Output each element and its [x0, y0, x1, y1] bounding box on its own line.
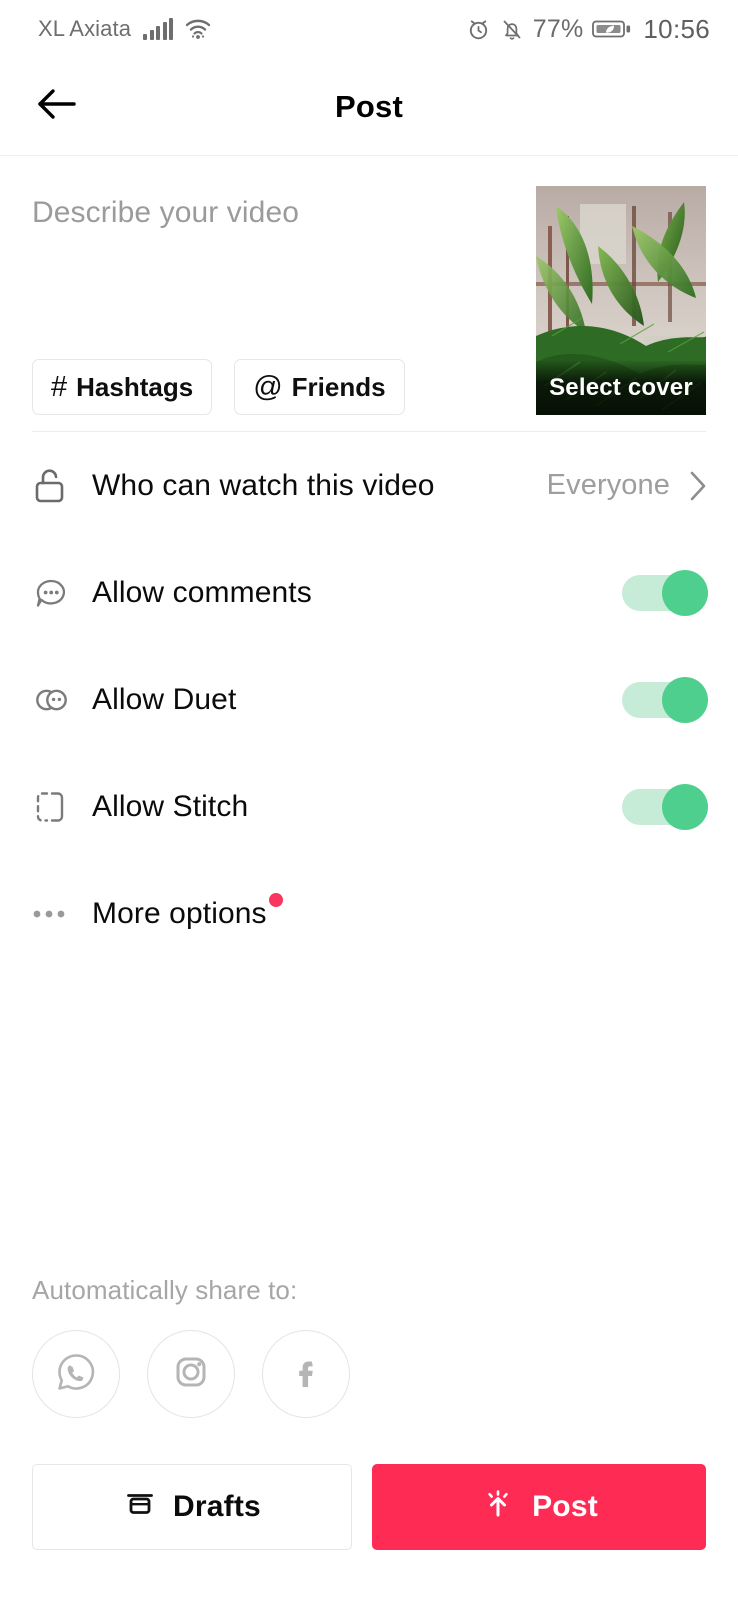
at-mention-icon: @	[253, 370, 283, 403]
drafts-button[interactable]: Drafts	[32, 1464, 352, 1550]
row-privacy-value: Everyone	[546, 469, 670, 501]
drafts-box-icon	[123, 1486, 157, 1528]
status-bar: XL Axiata 77% 10:56	[0, 0, 738, 58]
row-more-options[interactable]: More options	[30, 860, 708, 967]
back-arrow-icon	[35, 84, 79, 129]
stitch-bracket-icon	[30, 785, 92, 829]
toggle-knob	[662, 783, 708, 830]
hashtag-icon: #	[51, 370, 68, 403]
row-allow-stitch[interactable]: Allow Stitch	[30, 753, 708, 860]
footer-actions: Drafts Post	[0, 1418, 738, 1600]
battery-saver-icon	[592, 17, 632, 41]
description-column: Describe your video # Hashtags @ Friends	[32, 186, 487, 431]
auto-share-section: Automatically share to:	[0, 1275, 738, 1418]
toggle-knob	[662, 676, 708, 723]
row-allow-stitch-label: Allow Stitch	[92, 789, 249, 823]
notification-badge-dot	[268, 892, 283, 907]
status-bar-left: XL Axiata	[38, 16, 211, 42]
chevron-right-icon	[688, 470, 708, 502]
toggle-allow-stitch[interactable]	[622, 783, 708, 830]
row-allow-duet[interactable]: Allow Duet	[30, 646, 708, 753]
toggle-allow-duet[interactable]	[622, 676, 708, 723]
duet-circles-icon	[30, 679, 92, 721]
auto-share-label: Automatically share to:	[32, 1275, 298, 1305]
settings-list: Who can watch this video Everyone Allow …	[0, 432, 738, 967]
row-more-options-label: More options	[92, 892, 708, 931]
unlock-icon	[30, 464, 92, 508]
ellipsis-icon	[30, 904, 92, 924]
share-facebook-button[interactable]	[262, 1330, 350, 1418]
post-screen: XL Axiata 77% 10:56 Post Describe your v…	[0, 0, 738, 1600]
upload-arrow-icon	[480, 1485, 516, 1529]
friends-label: Friends	[291, 371, 386, 402]
compose-chips: # Hashtags @ Friends	[32, 359, 487, 415]
row-allow-comments[interactable]: Allow comments	[30, 539, 708, 646]
row-privacy-label: Who can watch this video	[92, 468, 435, 502]
share-instagram-button[interactable]	[147, 1330, 235, 1418]
flex-spacer	[0, 967, 738, 1275]
row-privacy[interactable]: Who can watch this video Everyone	[30, 432, 708, 539]
toggle-knob	[662, 569, 708, 616]
share-target-list	[32, 1330, 706, 1418]
select-cover-thumbnail[interactable]: Select cover	[536, 186, 706, 415]
toggle-allow-comments[interactable]	[622, 569, 708, 616]
compose-section: Describe your video # Hashtags @ Friends	[0, 156, 738, 431]
facebook-icon	[282, 1348, 330, 1401]
signal-bars-icon	[143, 18, 174, 40]
row-allow-duet-label: Allow Duet	[92, 682, 237, 716]
app-header: Post	[0, 58, 738, 156]
comment-bubble-icon	[30, 572, 92, 614]
post-button[interactable]: Post	[372, 1464, 706, 1550]
post-label: Post	[532, 1490, 598, 1523]
bell-muted-icon	[500, 17, 524, 42]
share-whatsapp-button[interactable]	[32, 1330, 120, 1418]
row-allow-comments-label: Allow comments	[92, 575, 312, 609]
hashtags-button[interactable]: # Hashtags	[32, 359, 213, 415]
hashtags-label: Hashtags	[76, 371, 194, 402]
battery-percent-label: 77%	[532, 14, 584, 43]
select-cover-label: Select cover	[536, 361, 706, 415]
page-title: Post	[335, 88, 403, 124]
description-input[interactable]: Describe your video	[32, 194, 487, 232]
alarm-icon	[466, 17, 491, 42]
clock-label: 10:56	[643, 13, 710, 44]
carrier-label: XL Axiata	[38, 16, 132, 41]
back-button[interactable]	[30, 80, 84, 134]
instagram-icon	[167, 1348, 215, 1401]
friends-button[interactable]: @ Friends	[234, 359, 405, 415]
whatsapp-icon	[51, 1347, 101, 1402]
status-bar-right: 77% 10:56	[466, 14, 710, 45]
wifi-icon	[185, 18, 211, 40]
drafts-label: Drafts	[173, 1490, 261, 1523]
row-more-options-text: More options	[92, 896, 267, 930]
